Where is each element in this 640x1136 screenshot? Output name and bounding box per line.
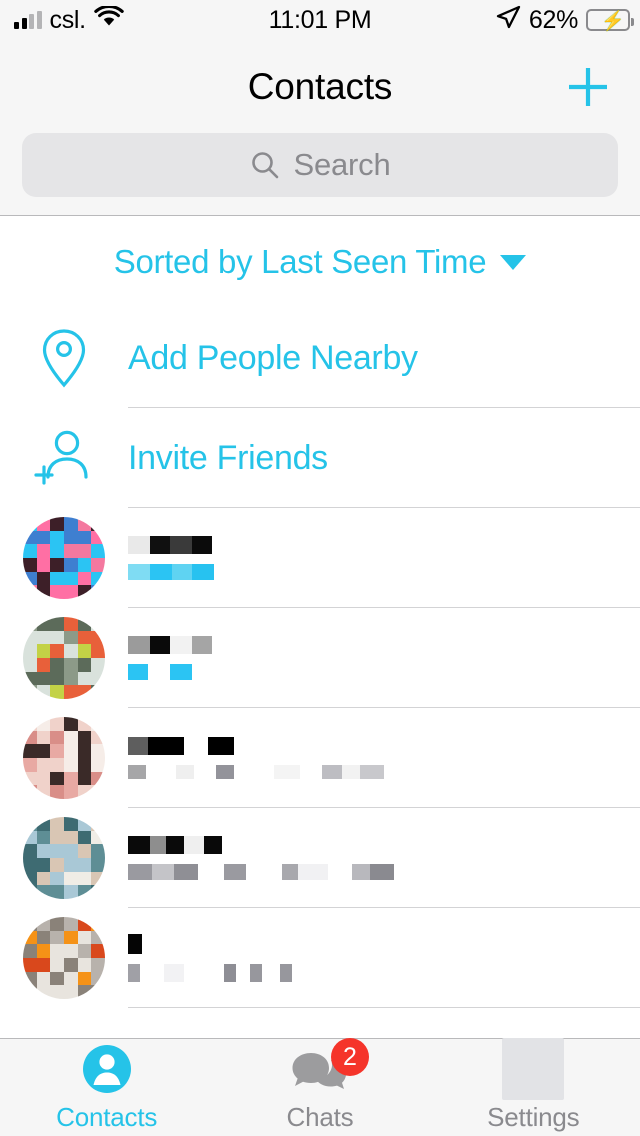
navigation-bar: Contacts bbox=[0, 40, 640, 133]
contact-status bbox=[128, 564, 640, 580]
contact-status bbox=[128, 765, 640, 779]
location-pin-icon bbox=[0, 326, 128, 390]
battery-percent-label: 62% bbox=[528, 5, 578, 34]
contact-row[interactable] bbox=[0, 708, 640, 808]
contact-name bbox=[128, 636, 640, 654]
avatar bbox=[23, 617, 105, 699]
add-people-nearby-label: Add People Nearby bbox=[128, 338, 418, 377]
contact-row[interactable] bbox=[0, 908, 640, 1008]
contact-text bbox=[128, 536, 640, 580]
tab-contacts-label: Contacts bbox=[56, 1102, 158, 1132]
avatar-cell bbox=[0, 517, 128, 599]
tab-chats[interactable]: 2 Chats bbox=[213, 1038, 426, 1136]
contact-name bbox=[128, 737, 640, 755]
contact-row[interactable] bbox=[0, 508, 640, 608]
status-bar-right: 62% ⚡ bbox=[495, 4, 634, 37]
contact-name bbox=[128, 836, 640, 854]
invite-friends-row[interactable]: Invite Friends bbox=[0, 408, 640, 508]
page-title: Contacts bbox=[247, 65, 393, 107]
sort-selector[interactable]: Sorted by Last Seen Time bbox=[0, 216, 640, 308]
person-circle-icon bbox=[80, 1042, 134, 1096]
add-people-nearby-row[interactable]: Add People Nearby bbox=[0, 308, 640, 408]
search-input[interactable]: Search bbox=[22, 133, 618, 197]
tab-chats-label: Chats bbox=[286, 1102, 354, 1132]
sort-label: Sorted by Last Seen Time bbox=[113, 243, 487, 280]
avatar-cell bbox=[0, 617, 128, 699]
contact-row[interactable] bbox=[0, 808, 640, 908]
chevron-down-icon bbox=[500, 254, 527, 270]
avatar-cell bbox=[0, 917, 128, 999]
avatar bbox=[23, 917, 105, 999]
search-placeholder: Search bbox=[293, 147, 391, 182]
search-container: Search bbox=[0, 133, 640, 216]
avatar-cell bbox=[0, 717, 128, 799]
battery-icon: ⚡ bbox=[586, 9, 634, 32]
contact-text bbox=[128, 636, 640, 680]
contact-status bbox=[128, 864, 640, 880]
status-bar: csl. 11:01 PM 62% ⚡ bbox=[0, 0, 640, 40]
contact-status bbox=[128, 964, 640, 982]
contact-row[interactable] bbox=[0, 608, 640, 708]
tab-bar: Contacts 2 Chats Settings bbox=[0, 1038, 640, 1136]
add-contact-button[interactable] bbox=[562, 61, 614, 113]
settings-placeholder-icon bbox=[502, 1038, 565, 1100]
contact-text bbox=[128, 934, 640, 982]
avatar bbox=[23, 517, 105, 599]
contact-list bbox=[0, 508, 640, 1008]
avatar-cell bbox=[0, 817, 128, 899]
avatar bbox=[23, 817, 105, 899]
invite-friends-label: Invite Friends bbox=[128, 438, 328, 477]
chats-unread-badge: 2 bbox=[330, 1038, 369, 1076]
row-separator bbox=[128, 1007, 640, 1008]
contact-status bbox=[128, 664, 640, 680]
contact-text bbox=[128, 737, 640, 779]
tab-settings[interactable]: Settings bbox=[427, 1038, 640, 1136]
plus-icon bbox=[569, 67, 607, 106]
search-icon bbox=[252, 152, 279, 179]
contact-text bbox=[128, 836, 640, 880]
location-arrow-icon bbox=[495, 4, 521, 37]
chat-bubbles-icon: 2 bbox=[289, 1038, 369, 1096]
tab-contacts[interactable]: Contacts bbox=[0, 1039, 213, 1136]
contact-name bbox=[128, 934, 640, 954]
person-add-icon bbox=[0, 425, 128, 491]
avatar bbox=[23, 717, 105, 799]
tab-settings-label: Settings bbox=[487, 1102, 580, 1132]
charging-bolt-icon: ⚡ bbox=[601, 11, 625, 32]
contact-name bbox=[128, 536, 640, 554]
